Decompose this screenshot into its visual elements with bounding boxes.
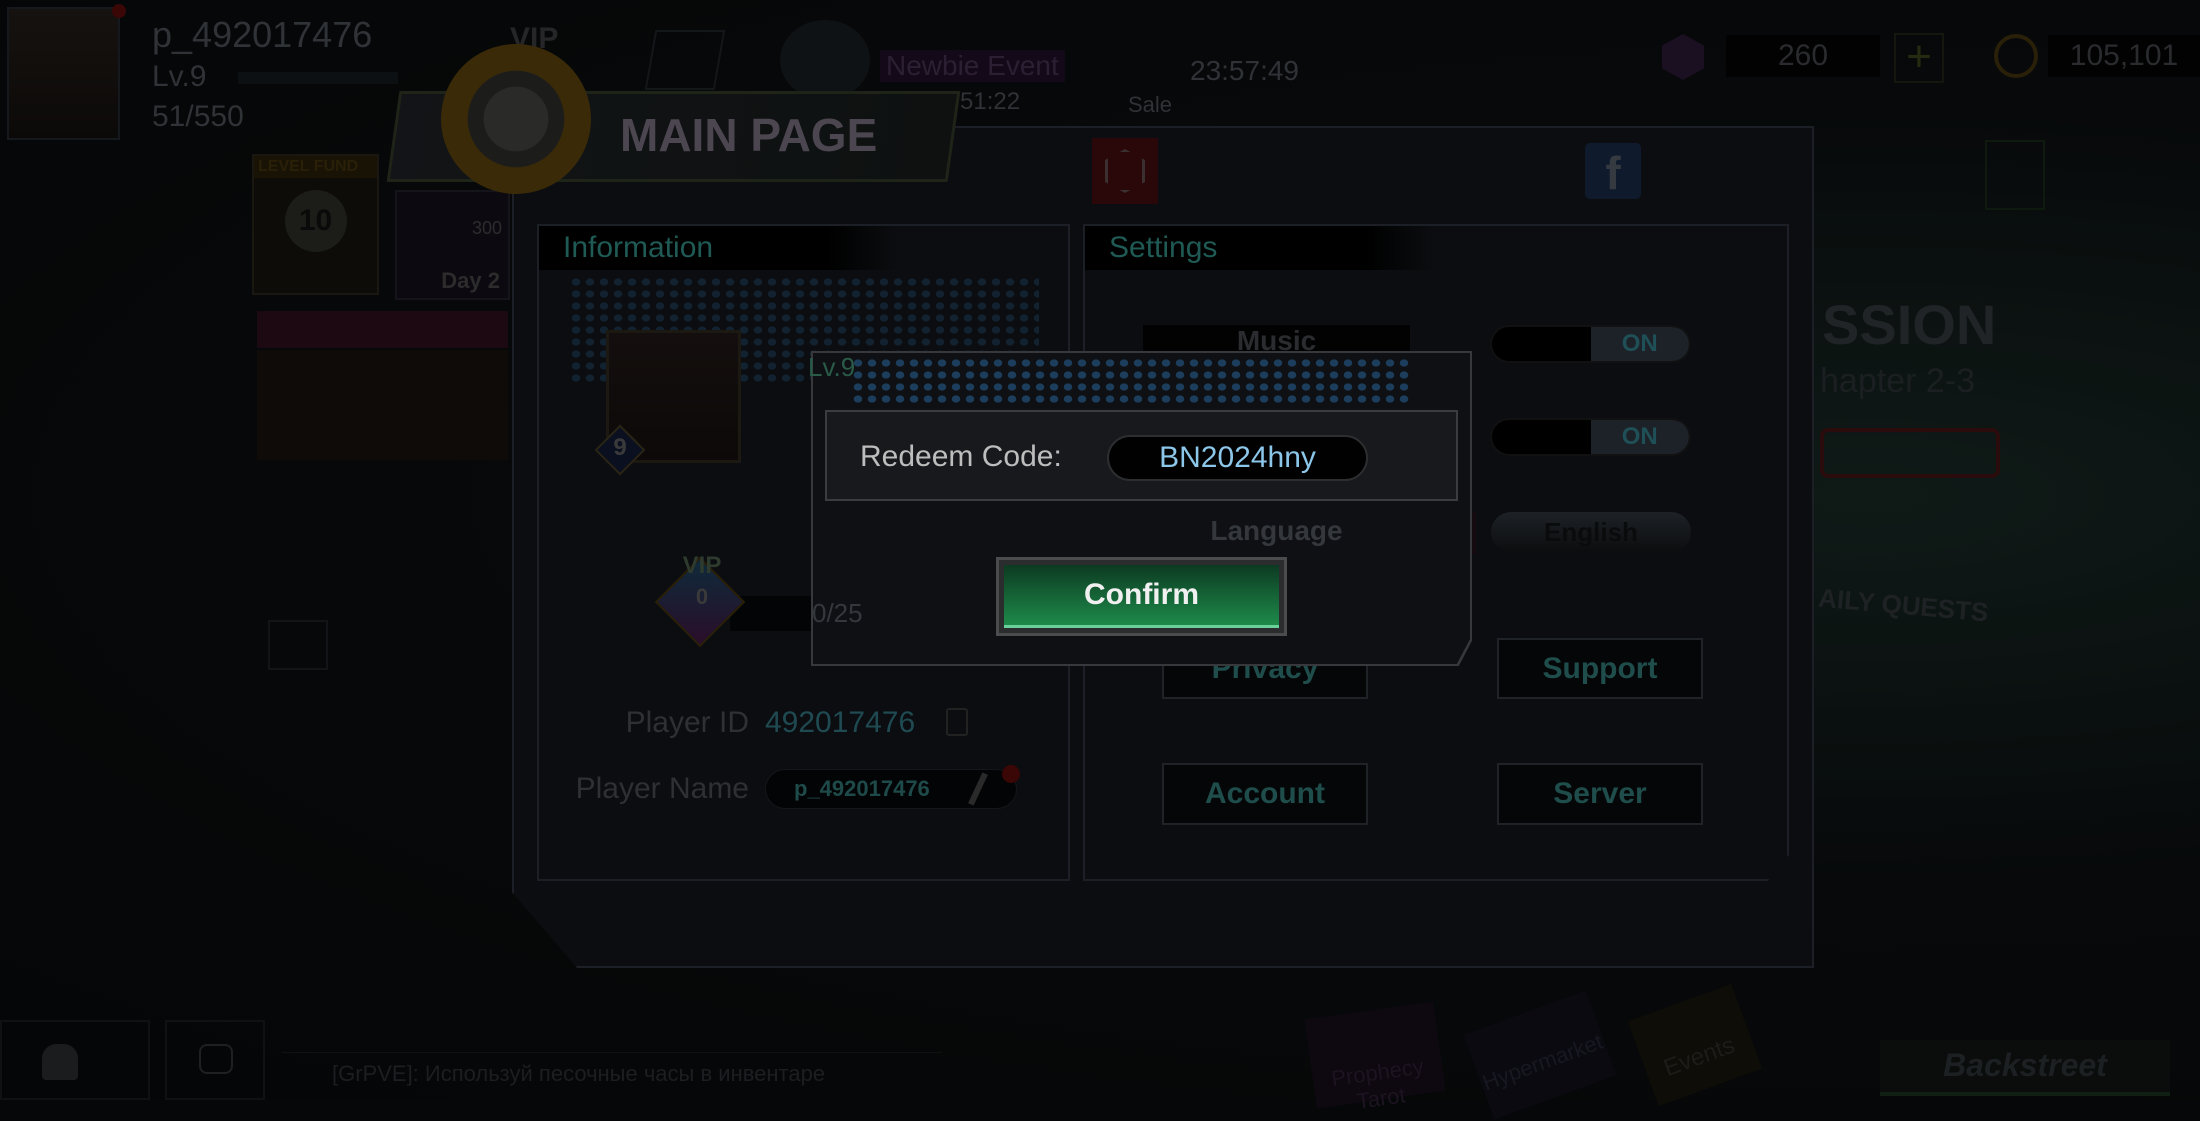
limited-offer-bar[interactable]: [257, 311, 508, 348]
prophecy-tarot-button[interactable]: Prophecy Tarot: [1304, 1001, 1446, 1114]
avatar-level-number: 9: [613, 434, 627, 461]
sale-label[interactable]: Sale: [1128, 92, 1172, 118]
page-title: MAIN PAGE: [620, 109, 878, 161]
vip-badge-label: VIP: [682, 552, 722, 579]
newbie-event-icon[interactable]: [780, 20, 870, 100]
event-icon[interactable]: [644, 30, 726, 90]
mission-title[interactable]: SSION: [1822, 292, 1996, 357]
level-fund-number: 10: [284, 190, 347, 252]
daily-reward-count: 300: [471, 218, 502, 238]
vip-badge-level: 0: [695, 584, 709, 609]
copy-icon[interactable]: [946, 708, 968, 736]
chat-button[interactable]: [165, 1020, 265, 1100]
chat-preview[interactable]: [GrPVE]: Используй песочные часы в инвен…: [282, 1052, 942, 1096]
coin-icon: [1994, 34, 2038, 78]
notification-dot: [1002, 765, 1020, 783]
friends-button[interactable]: [0, 1020, 150, 1100]
gem-count: 260: [1726, 35, 1880, 77]
sale-timer: 23:57:49: [1190, 55, 1299, 86]
settings-header: Settings: [1085, 226, 1435, 270]
chat-icon: [199, 1044, 233, 1074]
go-arrow-icon[interactable]: [1820, 428, 2000, 478]
daily-login-widget[interactable]: 300 Day 2: [395, 190, 510, 300]
player-level: Lv.9: [152, 60, 207, 93]
add-gems-button[interactable]: +: [1894, 33, 1944, 83]
level-fund-widget[interactable]: LEVEL FUND 10: [252, 154, 379, 295]
coin-count: 105,101: [2048, 35, 2200, 77]
language-label: Language: [1210, 515, 1343, 546]
redeem-code-label: Redeem Code:: [860, 440, 1062, 473]
level-fund-label: LEVEL FUND: [254, 156, 377, 178]
player-avatar[interactable]: [7, 7, 120, 140]
information-header: Information: [539, 226, 899, 270]
info-level: Lv.9: [808, 352, 856, 382]
daily-day-label: Day 2: [441, 268, 500, 293]
offer-banner[interactable]: [257, 350, 508, 460]
friends-icon: [42, 1044, 78, 1080]
player-id-label: Player ID: [625, 706, 749, 739]
redeem-code-input[interactable]: BN2024hny: [1107, 435, 1368, 481]
facebook-icon[interactable]: f: [1585, 143, 1641, 199]
music-toggle-state: ON: [1590, 327, 1689, 361]
music-toggle[interactable]: ON: [1490, 325, 1691, 363]
sound-toggle-state: ON: [1590, 420, 1689, 454]
player-name-label: Player Name: [575, 772, 749, 805]
player-exp: 51/550: [152, 100, 244, 133]
server-button[interactable]: Server: [1497, 763, 1703, 825]
support-button[interactable]: Support: [1497, 638, 1703, 699]
vip-progress: 0/25: [812, 598, 863, 628]
player-id-value: 492017476: [765, 706, 916, 739]
player-name: p_492017476: [152, 14, 373, 55]
exp-bar: [238, 72, 398, 84]
confirm-button[interactable]: Confirm: [996, 557, 1287, 636]
newbie-event-label[interactable]: Newbie Event: [880, 50, 1065, 82]
sound-toggle[interactable]: ON: [1490, 418, 1691, 456]
confirm-button-label: Confirm: [1004, 565, 1279, 628]
mission-chapter: hapter 2-3: [1820, 362, 1975, 400]
backstreet-button[interactable]: Backstreet: [1880, 1040, 2170, 1096]
newbie-event-timer: 51:22: [960, 88, 1021, 115]
redeem-gift-icon[interactable]: [1092, 138, 1158, 204]
gear-icon: [441, 44, 591, 194]
achievements-icon[interactable]: [1985, 140, 2045, 210]
account-button[interactable]: Account: [1162, 763, 1368, 825]
language-select[interactable]: English: [1491, 512, 1691, 552]
notification-dot: [112, 4, 126, 18]
pixel-pattern: [851, 357, 1411, 407]
mail-icon[interactable]: [268, 620, 328, 670]
